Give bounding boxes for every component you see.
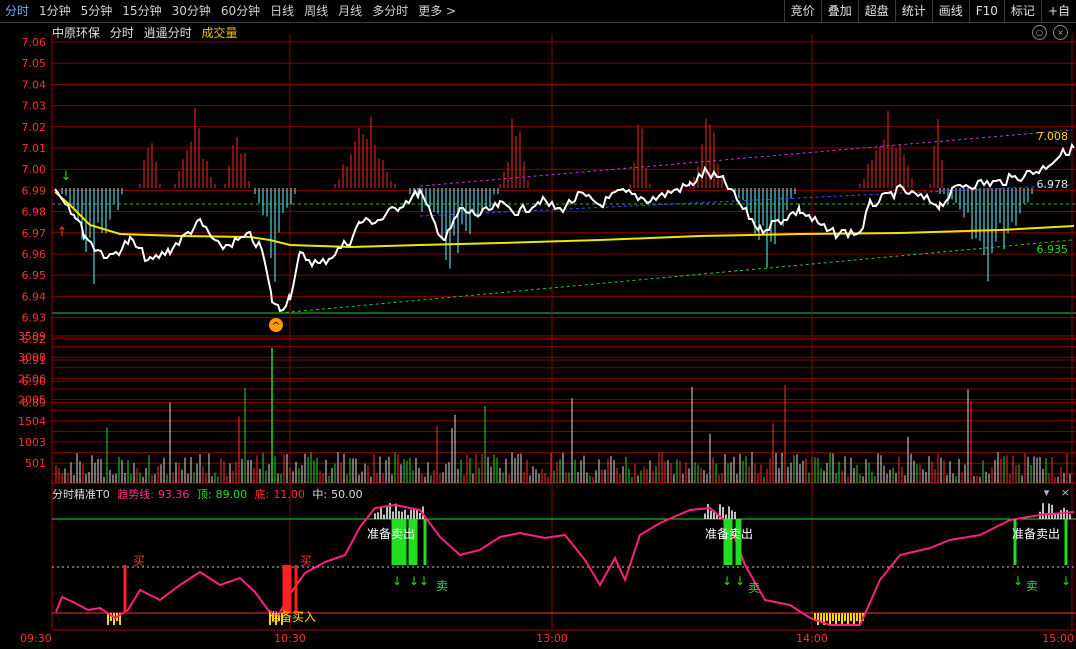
price-line (54, 142, 1075, 313)
time-tick-label: 09:30 (20, 632, 52, 645)
down-arrow-icon: ↓ (419, 574, 429, 588)
price-tick-label: 7.00 (22, 163, 47, 176)
support-trendline (279, 239, 1073, 314)
volume-tick-label: 1003 (18, 436, 46, 449)
buy-label: 买 (133, 554, 145, 568)
anno-mid: 6.978 (1037, 178, 1069, 191)
indicator-controls: ▾ × (1044, 486, 1070, 499)
time-tick-label: 15:00 (1042, 632, 1074, 645)
down-arrow-icon: ↓ (392, 574, 402, 588)
prepare-buy-label: 准备买入 (268, 610, 316, 624)
trend-label: 趋势线: (117, 488, 154, 501)
price-tick-label: 6.93 (22, 312, 47, 325)
time-tick-label: 13:00 (536, 632, 568, 645)
price-tick-label: 6.94 (22, 290, 47, 303)
resistance-trendline (419, 129, 1073, 187)
trend-value: 93.36 (157, 488, 190, 501)
trend-lines (279, 129, 1073, 314)
down-arrow-icon: ↓ (1013, 574, 1023, 588)
volume-tick-label: 1504 (18, 415, 46, 428)
indicator-header: 分时精准T0 趋势线: 93.36 顶: 89.00 底: 11.00 中: 50.00 (52, 486, 367, 502)
caret-up-icon: ^ (272, 321, 280, 332)
top-label: 顶: (196, 488, 212, 501)
time-tick-label: 10:30 (274, 632, 306, 645)
close-icon[interactable]: × (1061, 486, 1070, 499)
down-arrow-icon: ↓ (1061, 574, 1071, 588)
down-arrow-icon: ↓ (722, 574, 732, 588)
price-tick-label: 7.02 (22, 121, 47, 134)
volume-tick-label: 2506 (18, 372, 46, 385)
prepare-sell-label: 准备卖出 (1012, 527, 1060, 541)
volume-tick-label: 2005 (18, 394, 46, 407)
price-tick-label: 7.04 (22, 78, 47, 91)
down-arrow-icon: ↓ (61, 169, 72, 184)
top-value: 89.00 (215, 488, 248, 501)
price-grid (51, 34, 1076, 630)
average-price-line (54, 191, 1075, 249)
volume-tick-label: 3509 (18, 330, 46, 343)
volume-axis: 3509 3008 2506 2005 1504 1003 501 (18, 330, 46, 470)
bottom-label: 底: (254, 488, 270, 501)
indicator-bars (107, 503, 1071, 625)
mid-label: 中: (312, 488, 328, 501)
price-tick-label: 7.01 (22, 142, 47, 155)
price-tick-label: 6.99 (22, 184, 47, 197)
price-tick-label: 7.05 (22, 57, 47, 70)
dropdown-icon[interactable]: ▾ (1044, 486, 1050, 499)
up-arrow-icon: ↑ (57, 225, 68, 240)
volume-tick-label: 3008 (18, 351, 46, 364)
sell-label: 卖 (436, 579, 448, 593)
sell-label: 卖 (748, 581, 760, 595)
down-arrow-icon: ↓ (735, 574, 745, 588)
bottom-value: 11.00 (273, 488, 305, 501)
anno-top: 7.008 (1037, 130, 1069, 143)
anno-low: 6.935 (1037, 243, 1069, 256)
time-tick-label: 14:00 (796, 632, 828, 645)
down-arrow-icon: ↓ (409, 574, 419, 588)
intraday-chart[interactable]: 7.06 7.05 7.04 7.03 7.02 7.01 7.00 6.99 6.98 6.97… (0, 0, 1076, 649)
price-tick-label: 6.96 (22, 248, 47, 261)
sell-label: 卖 (1026, 579, 1038, 593)
price-tick-label: 7.03 (22, 100, 47, 113)
trend-indicator-line (55, 503, 1075, 626)
price-tick-label: 6.98 (22, 206, 47, 219)
price-tick-label: 6.95 (22, 269, 47, 282)
mid-value: 50.00 (331, 488, 363, 501)
price-tick-label: 6.97 (22, 227, 47, 240)
price-tick-label: 7.06 (22, 36, 47, 49)
buy-label: 买 (300, 554, 312, 568)
time-axis: 09:30 10:30 13:00 14:00 15:00 (20, 632, 1074, 645)
prepare-sell-label: 准备卖出 (367, 527, 415, 541)
prepare-sell-label: 准备卖出 (705, 527, 753, 541)
volume-tick-label: 501 (25, 457, 46, 470)
indicator-name[interactable]: 分时精准T0 (52, 488, 110, 501)
